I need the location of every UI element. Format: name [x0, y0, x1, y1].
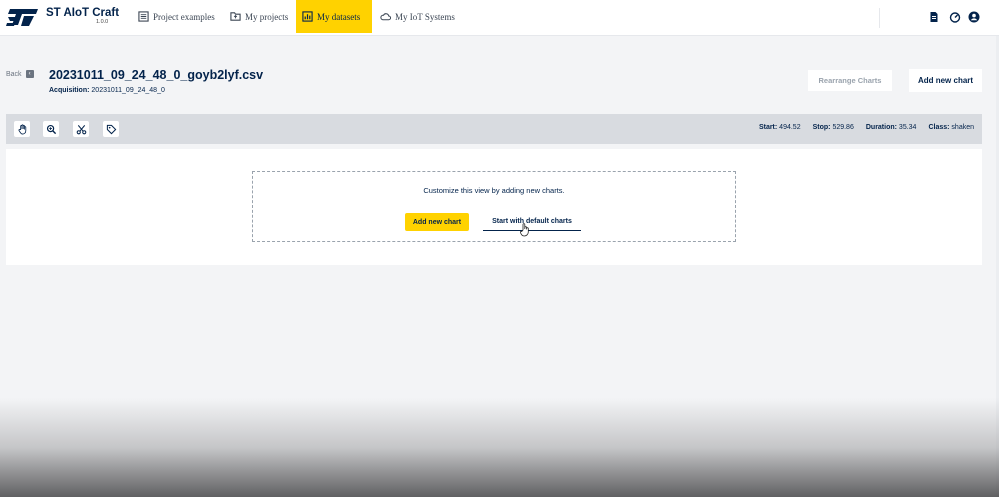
- acquisition-label: Acquisition:: [49, 87, 90, 94]
- add-new-chart-button[interactable]: Add new chart: [405, 213, 469, 231]
- empty-state-dropzone: Customize this view by adding new charts…: [252, 171, 736, 242]
- cut-tool-button[interactable]: [73, 121, 89, 137]
- nav-my-datasets[interactable]: My datasets: [296, 0, 372, 33]
- app-version: 1.0.0: [96, 19, 109, 25]
- bottom-shadow-overlay: [0, 398, 999, 497]
- st-logo-icon[interactable]: [6, 6, 40, 28]
- brand-name: ST AIoT Craft: [46, 7, 120, 19]
- back-label: Back: [6, 70, 22, 78]
- nav-divider: [879, 8, 880, 28]
- charts-panel: Customize this view by adding new charts…: [6, 149, 982, 265]
- acquisition-info: Acquisition: 20231011_09_24_48_0: [49, 87, 165, 94]
- stat-label: Start:: [758, 124, 778, 131]
- empty-state-message: Customize this view by adding new charts…: [423, 186, 565, 195]
- stat-label: Stop:: [812, 124, 831, 131]
- folder-icon: [230, 12, 241, 21]
- nav-label: Project examples: [153, 11, 215, 22]
- nav-my-iot-systems[interactable]: My IoT Systems: [374, 0, 461, 33]
- document-icon[interactable]: [928, 11, 940, 23]
- nav-label: My IoT Systems: [395, 11, 455, 22]
- chart-toolbar: Start: 494.52 Stop: 529.86 Duration: 35.…: [6, 114, 982, 144]
- nav-my-projects[interactable]: My projects: [224, 0, 294, 33]
- page-title: 20231011_09_24_48_0_goyb2lyf.csv: [49, 68, 264, 82]
- zoom-tool-button[interactable]: [43, 121, 59, 137]
- back-link[interactable]: Back ‹: [6, 70, 34, 78]
- top-navbar: ST AIoT Craft 1.0.0 Project examples My …: [0, 0, 999, 36]
- nav-label: My datasets: [317, 11, 361, 22]
- nav-label: My projects: [245, 11, 289, 22]
- start-default-charts-button[interactable]: Start with default charts: [483, 213, 581, 231]
- stat-value: 529.86: [832, 124, 854, 131]
- stat-class: Class: shaken: [928, 124, 974, 131]
- stat-label: Duration:: [865, 124, 897, 131]
- dashboard-icon[interactable]: [949, 11, 961, 23]
- add-new-chart-header-button[interactable]: Add new chart: [909, 69, 982, 92]
- stat-start: Start: 494.52: [759, 124, 801, 131]
- stat-value: 35.34: [898, 124, 917, 131]
- user-icon[interactable]: [968, 11, 980, 23]
- pan-tool-button[interactable]: [14, 121, 30, 137]
- stat-duration: Duration: 35.34: [866, 124, 917, 131]
- stat-value: 494.52: [779, 124, 801, 131]
- rearrange-charts-button[interactable]: Rearrange Charts: [808, 70, 892, 91]
- chart-icon: [302, 11, 313, 22]
- zoom-icon: [46, 124, 56, 134]
- scissors-icon: [76, 124, 86, 134]
- stat-value: shaken: [951, 124, 974, 131]
- nav-project-examples[interactable]: Project examples: [132, 0, 221, 33]
- list-icon: [138, 11, 149, 22]
- acquisition-value: 20231011_09_24_48_0: [91, 87, 165, 94]
- tag-icon: [106, 124, 116, 134]
- cloud-icon: [380, 13, 391, 21]
- hand-icon: [18, 123, 26, 134]
- stat-stop: Stop: 529.86: [813, 124, 854, 131]
- chevron-left-icon: ‹: [25, 70, 34, 78]
- hand-cursor-icon: [520, 223, 529, 237]
- stat-label: Class:: [928, 124, 950, 131]
- label-tool-button[interactable]: [103, 121, 119, 137]
- selection-stats: Start: 494.52 Stop: 529.86 Duration: 35.…: [759, 124, 974, 131]
